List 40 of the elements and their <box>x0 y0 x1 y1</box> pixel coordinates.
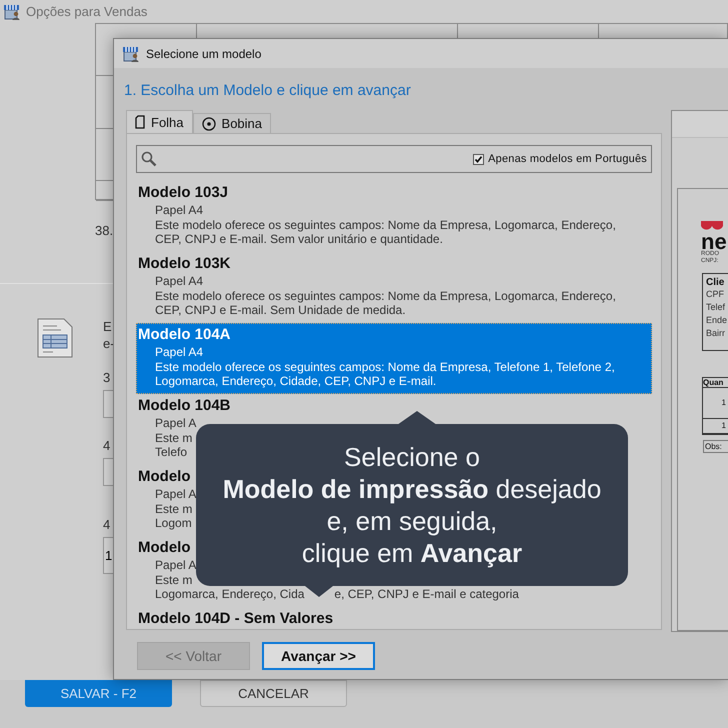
field-label: Telef <box>706 301 726 314</box>
checkbox[interactable] <box>473 154 484 164</box>
search-field[interactable]: Apenas modelos em Português <box>136 145 652 173</box>
store-icon <box>3 2 21 20</box>
cancel-button[interactable]: CANCELAR <box>200 680 347 707</box>
section-heading: Clie <box>706 277 726 288</box>
field-label: 3 <box>103 370 110 387</box>
list-item[interactable]: Modelo 103K Papel A4 Este modelo oferece os seguintes campos: Nome da Empresa, Logomarca, Endereço, CEP, CNPJ e E-mail. Sem Unidade de medida. <box>136 252 652 323</box>
info-text: E <box>103 318 112 335</box>
tab[interactable]: Bobina <box>192 113 272 133</box>
list-item[interactable]: Modelo 104D - Sem Valores <box>136 607 652 629</box>
brand-text: ne <box>701 233 728 251</box>
table-cell: 1 <box>703 388 728 419</box>
table-cell: 1 <box>703 419 728 434</box>
checkbox-label: Apenas modelos em Português <box>488 153 647 165</box>
input-field[interactable]: 1 <box>103 537 113 574</box>
field-label: 4 <box>103 438 110 455</box>
input-field[interactable] <box>103 390 113 418</box>
document-icon <box>37 318 73 358</box>
tab[interactable]: Folha <box>126 110 193 133</box>
field-label: 4 <box>103 517 110 534</box>
field-label: Ende <box>706 314 728 327</box>
page-icon <box>135 115 145 129</box>
field-label: CPF <box>706 288 725 301</box>
window-title: Opções para Vendas <box>26 4 148 19</box>
next-button[interactable]: Avançar >> <box>262 642 375 670</box>
info-text: e- <box>103 335 115 352</box>
step-heading: 1. Escolha um Modelo e clique em avançar <box>124 81 412 101</box>
field-label: Bairr <box>706 327 726 340</box>
input-field[interactable] <box>103 458 113 486</box>
tooltip-text: Selecione o Modelo de impressão desejado e, em seguida, clique em Avançar <box>222 441 602 569</box>
list-item[interactable]: Modelo 103J Papel A4 Este modelo oferece os seguintes campos: Nome da Empresa, Logomarca, Endereço, CEP, CNPJ e E-mail. Sem valor unitário e quantidade. <box>136 181 652 252</box>
store-icon <box>122 44 140 62</box>
target-icon <box>202 116 216 130</box>
column-header: Quan <box>703 378 728 388</box>
dialog-title: Selecione um modelo <box>146 46 262 60</box>
list-item[interactable]: Modelo 104A Papel A4 Este modelo oferece os seguintes campos: Nome da Empresa, Telefone 1, Telefone 2, Logomarca, Endereço, Cidade, CEP, CNPJ e E-mail. <box>136 323 652 394</box>
obs-label: Obs: <box>703 440 728 453</box>
total-text: 38. <box>95 223 114 240</box>
search-icon <box>141 151 157 167</box>
